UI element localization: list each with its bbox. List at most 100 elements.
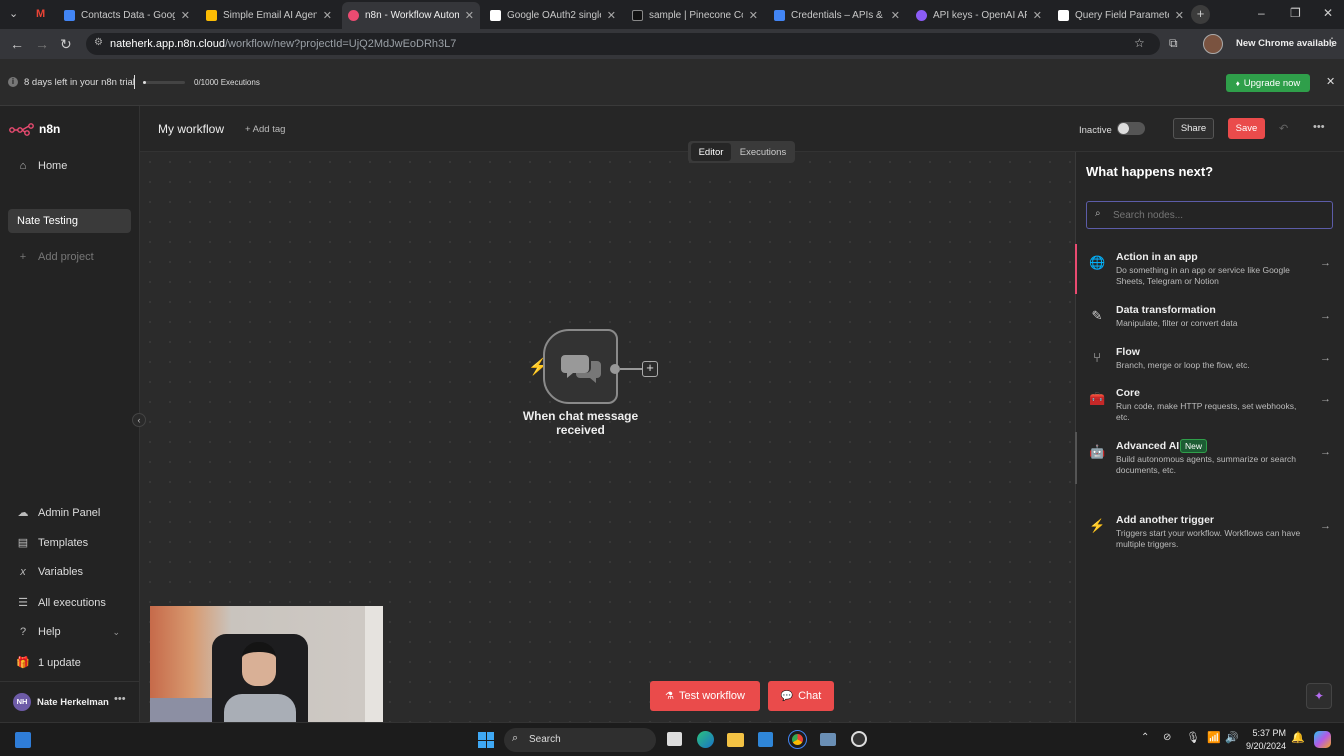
profile-avatar[interactable] — [1203, 34, 1223, 54]
sidebar-item-update[interactable]: 🎁 1 update — [16, 656, 81, 670]
search-nodes-input[interactable] — [1113, 207, 1323, 223]
close-tab-icon[interactable]: ✕ — [465, 9, 474, 22]
collapse-sidebar-icon[interactable]: ‹ — [132, 413, 146, 427]
browser-tab-email-agent[interactable]: Simple Email AI Agent - ✕ — [200, 4, 338, 26]
add-project-button[interactable]: + Add project — [16, 251, 94, 263]
close-tab-icon[interactable]: ✕ — [1033, 9, 1042, 22]
chrome-menu-icon[interactable]: ⋮ — [1326, 35, 1338, 49]
restore-icon[interactable]: ❐ — [1290, 6, 1301, 20]
forward-icon[interactable]: → — [35, 36, 49, 52]
taskbar-search[interactable]: ⌕ Search — [504, 728, 656, 752]
category-flow[interactable]: ⑂ Flow Branch, merge or loop the flow, e… — [1076, 346, 1344, 376]
minimize-icon[interactable]: – — [1258, 6, 1265, 20]
upgrade-now-button[interactable]: ♦ Upgrade now — [1226, 74, 1310, 92]
category-core[interactable]: 🧰 Core Run code, make HTTP requests, set… — [1076, 387, 1344, 427]
store-icon[interactable] — [758, 732, 773, 747]
browser-tab-strip: ⌄ M Contacts Data - Google ✕ Simple Emai… — [0, 0, 1344, 29]
close-tab-icon[interactable]: ✕ — [323, 9, 332, 22]
add-tag-button[interactable]: + Add tag — [245, 124, 285, 135]
extensions-icon[interactable]: ⧉ — [1169, 36, 1178, 51]
workflow-canvas[interactable]: Editor Executions ‹ ⚡ + When chat messag… — [132, 141, 1075, 737]
close-tab-icon[interactable]: ✕ — [181, 9, 190, 22]
chat-button[interactable]: 💬 Chat — [768, 681, 834, 711]
test-workflow-button[interactable]: ⚗ Test workflow — [650, 681, 760, 711]
tab-editor[interactable]: Editor — [691, 143, 731, 161]
browser-tab-query[interactable]: Query Field Parameters ✕ — [1052, 4, 1190, 26]
robot-icon: 🤖 — [1089, 444, 1106, 459]
close-tab-icon[interactable]: ✕ — [1175, 9, 1184, 22]
close-tab-icon[interactable]: ✕ — [607, 9, 616, 22]
user-menu-icon[interactable]: ••• — [114, 693, 126, 705]
sidebar: n8n ⌂ Home Nate Testing + Add project ☁ … — [0, 106, 140, 722]
site-info-icon[interactable]: ⚙ — [94, 37, 103, 48]
new-badge: New — [1180, 439, 1208, 453]
microphone-icon[interactable]: 🎙 — [1186, 731, 1200, 744]
file-explorer-icon[interactable] — [727, 733, 744, 747]
category-data-transformation[interactable]: ✎ Data transformation Manipulate, filter… — [1076, 304, 1344, 334]
user-avatar[interactable]: NH — [13, 693, 31, 711]
address-bar[interactable]: ⚙ nateherk.app.n8n.cloud/workflow/new?pr… — [86, 33, 1160, 55]
chrome-taskbar-icon[interactable] — [788, 730, 807, 749]
close-banner-icon[interactable]: ✕ — [1326, 75, 1335, 88]
category-advanced-ai[interactable]: 🤖 Advanced AI New Build autonomous agent… — [1076, 439, 1344, 480]
tray-network-icon[interactable]: ⊘ — [1163, 732, 1171, 743]
executions-progress-fill — [143, 81, 146, 84]
tab-search-icon[interactable]: ⌄ — [9, 7, 18, 20]
tab-executions[interactable]: Executions — [735, 143, 791, 161]
sidebar-project-nate-testing[interactable]: Nate Testing — [8, 209, 131, 233]
category-add-trigger[interactable]: ⚡ Add another trigger Triggers start you… — [1076, 514, 1344, 554]
sidebar-item-variables[interactable]: x Variables — [16, 566, 83, 578]
category-action-in-app[interactable]: 🌐 Action in an app Do something in an ap… — [1076, 251, 1344, 291]
close-tab-icon[interactable]: ✕ — [749, 9, 758, 22]
arrow-right-icon: → — [1320, 310, 1331, 322]
diamond-icon: ♦ — [1235, 78, 1240, 88]
workflow-name[interactable]: My workflow — [158, 122, 224, 136]
browser-tab-contacts[interactable]: Contacts Data - Google ✕ — [58, 4, 196, 26]
sheets-favicon-icon — [64, 9, 75, 21]
add-node-button[interactable]: + — [642, 361, 658, 377]
gmail-tab-icon[interactable]: M — [36, 8, 45, 20]
sidebar-item-help[interactable]: ? Help ⌄ — [16, 626, 120, 638]
share-button[interactable]: Share — [1173, 118, 1214, 139]
back-icon[interactable]: ← — [10, 36, 24, 52]
sidebar-item-templates[interactable]: ▤ Templates — [16, 536, 88, 550]
sidebar-item-home[interactable]: ⌂ Home — [16, 160, 68, 172]
undo-icon[interactable]: ↶ — [1279, 122, 1288, 135]
clock-time[interactable]: 5:37 PM — [1251, 728, 1286, 738]
browser-tab-oauth[interactable]: Google OAuth2 single s ✕ — [484, 4, 622, 26]
browser-tab-credentials[interactable]: Credentials – APIs & Se ✕ — [768, 4, 906, 26]
volume-icon[interactable]: 🔊 — [1225, 731, 1239, 744]
browser-tab-openai[interactable]: API keys - OpenAI API ✕ — [910, 4, 1048, 26]
windows-start-icon[interactable] — [478, 732, 494, 748]
notifications-icon[interactable]: 🔔 — [1291, 731, 1305, 744]
wifi-icon[interactable]: 📶 — [1207, 731, 1221, 744]
chrome-update-button[interactable]: New Chrome available — [1236, 38, 1337, 49]
browser-tab-n8n[interactable]: n8n - Workflow Automati ✕ — [342, 2, 480, 29]
active-toggle[interactable] — [1117, 122, 1145, 135]
save-button[interactable]: Save — [1228, 118, 1265, 139]
widgets-icon[interactable] — [15, 732, 31, 748]
close-window-icon[interactable]: ✕ — [1323, 6, 1333, 20]
reload-icon[interactable]: ↻ — [60, 36, 72, 53]
more-options-icon[interactable]: ••• — [1313, 121, 1325, 133]
tray-chevron-icon[interactable]: ⌃ — [1141, 732, 1149, 743]
sidebar-item-all-executions[interactable]: ☰ All executions — [16, 596, 106, 610]
url-host: nateherk.app.n8n.cloud — [110, 38, 225, 50]
copilot-icon[interactable] — [1314, 731, 1331, 748]
browser-tab-pinecone[interactable]: sample | Pinecone Cons ✕ — [626, 4, 764, 26]
ai-assistant-button[interactable]: ✦ — [1306, 683, 1332, 709]
sidebar-item-admin-panel[interactable]: ☁ Admin Panel — [16, 506, 101, 520]
clock-date[interactable]: 9/20/2024 — [1238, 741, 1286, 751]
search-nodes-field[interactable]: ⌕ — [1086, 201, 1333, 229]
obs-icon[interactable] — [851, 731, 867, 747]
task-view-icon[interactable] — [667, 732, 682, 746]
bookmark-star-icon[interactable]: ☆ — [1134, 36, 1145, 50]
chat-trigger-node[interactable] — [543, 329, 618, 404]
new-tab-button[interactable]: + — [1191, 5, 1210, 24]
edge-icon[interactable] — [697, 731, 714, 748]
close-tab-icon[interactable]: ✕ — [891, 9, 900, 22]
node-output-handle[interactable] — [610, 364, 620, 374]
camera-app-icon[interactable] — [820, 733, 836, 746]
n8n-favicon-icon — [348, 10, 359, 21]
chat-bubbles-icon — [561, 355, 601, 383]
